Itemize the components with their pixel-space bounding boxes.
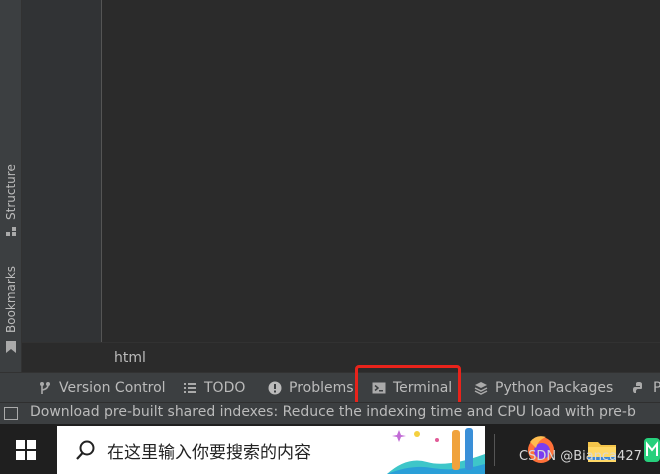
- structure-icon: [6, 227, 16, 236]
- python-icon: [633, 382, 642, 393]
- code-editor[interactable]: [102, 0, 660, 342]
- list-icon: [184, 383, 196, 393]
- bookmarks-tab[interactable]: Bookmarks: [0, 265, 22, 360]
- tool-version-control[interactable]: Version Control: [38, 373, 166, 403]
- search-placeholder: 在这里输入你要搜索的内容: [107, 443, 311, 463]
- breadcrumb-bar: html: [22, 342, 660, 372]
- watermark: CSDN @Bianca427: [519, 449, 642, 464]
- tool-python-packages[interactable]: Python Packages: [474, 373, 613, 403]
- search-icon: [76, 440, 95, 460]
- tool-todo[interactable]: TODO: [183, 373, 245, 403]
- breadcrumb[interactable]: html: [114, 350, 146, 366]
- bookmarks-tab-label: Bookmarks: [4, 265, 18, 333]
- app-icon[interactable]: [644, 430, 660, 470]
- taskbar-divider: [494, 434, 495, 466]
- structure-tab-label: Structure: [4, 164, 18, 220]
- windows-start-icon[interactable]: [16, 440, 36, 460]
- tool-label: TODO: [204, 380, 246, 396]
- screen: Structure Bookmarks html Version Control: [0, 0, 660, 474]
- tool-python-console[interactable]: P: [632, 373, 660, 403]
- structure-tab[interactable]: Structure: [0, 160, 22, 240]
- tool-label: Python Packages: [495, 380, 614, 396]
- toggle-tool-windows-icon[interactable]: [4, 407, 18, 420]
- left-tool-strip: Structure Bookmarks: [0, 0, 22, 372]
- tool-label: Version Control: [59, 380, 166, 396]
- tool-label: Problems: [289, 380, 354, 396]
- editor-gutter: [22, 0, 102, 342]
- tool-problems[interactable]: Problems: [268, 373, 354, 403]
- layers-icon: [474, 382, 488, 395]
- taskbar-search-box[interactable]: 在这里输入你要搜索的内容: [57, 426, 485, 474]
- bookmark-icon: [6, 341, 16, 353]
- status-message[interactable]: Download pre-built shared indexes: Reduc…: [30, 404, 636, 420]
- terminal-highlight-box: [355, 365, 461, 406]
- warning-icon: [268, 381, 282, 395]
- branch-icon: [40, 382, 50, 394]
- search-highlight-illustration-icon: [387, 428, 485, 474]
- tool-label: P: [653, 380, 660, 396]
- tool-window-bar: Version Control TODO Problems Terminal P…: [0, 372, 660, 402]
- status-bar: Download pre-built shared indexes: Reduc…: [0, 402, 660, 424]
